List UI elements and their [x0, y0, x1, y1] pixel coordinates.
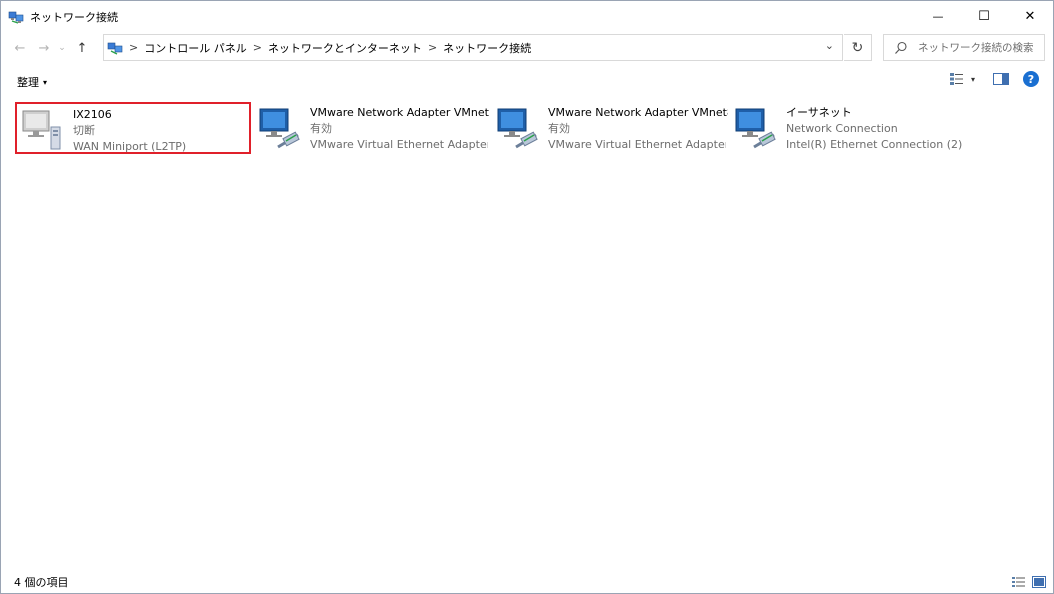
maximize-icon: ☐: [978, 9, 990, 24]
minimize-button[interactable]: —: [915, 1, 961, 32]
breadcrumb-separator[interactable]: >: [129, 41, 138, 54]
connection-item-ix2106[interactable]: IX2106 切断 WAN Miniport (L2TP): [15, 102, 251, 154]
network-adapter-icon-wrap: [494, 103, 542, 151]
connection-text: VMware Network Adapter VMnet1 有効 VMware …: [310, 105, 490, 154]
connection-device: VMware Virtual Ethernet Adapter ...: [310, 138, 488, 151]
large-icons-view-button[interactable]: [1031, 575, 1047, 589]
chevron-down-icon: ▾: [970, 74, 975, 84]
connection-name: イーサネット: [786, 106, 852, 119]
address-history-dropdown-icon[interactable]: ⌄: [825, 39, 834, 52]
connection-item-vmnet1[interactable]: VMware Network Adapter VMnet1 有効 VMware …: [254, 102, 490, 154]
window-title: ネットワーク接続: [30, 10, 118, 24]
network-adapter-icon: [735, 108, 776, 149]
connection-name: VMware Network Adapter VMnet1: [310, 106, 490, 119]
up-button[interactable]: ↑: [72, 36, 92, 60]
forward-arrow-icon: →: [38, 40, 50, 56]
vpn-connection-icon: [22, 110, 61, 150]
details-view-button[interactable]: [1011, 575, 1027, 589]
command-bar: 整理 ▾ ▾ ?: [1, 67, 1053, 97]
title-bar: ネットワーク接続 — ☐ ✕: [1, 1, 1053, 32]
connections-list: IX2106 切断 WAN Miniport (L2TP) VMware Net…: [1, 99, 1053, 569]
refresh-icon: ↻: [851, 39, 864, 56]
network-adapter-icon-wrap: [256, 103, 304, 151]
connection-name: IX2106: [73, 108, 112, 121]
organize-button[interactable]: 整理 ▾: [17, 74, 47, 90]
close-icon: ✕: [1024, 9, 1036, 24]
vpn-connection-icon-wrap: [19, 105, 67, 153]
help-icon: ?: [1027, 72, 1035, 86]
view-tools: ▾ ?: [941, 71, 1039, 87]
network-adapter-icon: [497, 108, 538, 149]
connection-device: VMware Virtual Ethernet Adapter ...: [548, 138, 726, 151]
network-location-icon: [107, 42, 123, 55]
preview-pane-button[interactable]: [993, 73, 1009, 85]
close-button[interactable]: ✕: [1007, 1, 1053, 32]
breadcrumb-control-panel[interactable]: コントロール パネル: [144, 40, 247, 56]
breadcrumb-separator[interactable]: >: [428, 41, 437, 54]
large-icons-view-icon: [1032, 576, 1046, 588]
address-bar[interactable]: > コントロール パネル > ネットワークとインターネット > ネットワーク接続…: [103, 34, 843, 61]
back-arrow-icon: ←: [14, 40, 26, 56]
maximize-button[interactable]: ☐: [961, 1, 1007, 32]
connection-item-ethernet[interactable]: イーサネット Network Connection Intel(R) Ether…: [730, 102, 966, 154]
view-details-icon: [949, 73, 963, 85]
status-view-buttons: [1007, 575, 1047, 589]
connection-status: 有効: [548, 122, 570, 135]
connection-status: 有効: [310, 122, 332, 135]
network-adapter-icon: [259, 108, 300, 149]
view-options-dropdown[interactable]: ▾: [971, 75, 975, 84]
status-bar: 4 個の項目: [1, 571, 1053, 593]
help-button[interactable]: ?: [1023, 71, 1039, 87]
explorer-window: ネットワーク接続 — ☐ ✕ ← → ⌄ ↑ > コントロール パネル > ネッ…: [0, 0, 1054, 594]
up-arrow-icon: ↑: [76, 40, 88, 56]
navigation-bar: ← → ⌄ ↑ > コントロール パネル > ネットワークとインターネット > …: [1, 32, 1053, 64]
connection-name: VMware Network Adapter VMnet8: [548, 106, 728, 119]
recent-locations-button[interactable]: ⌄: [56, 36, 68, 60]
connection-status: Network Connection: [786, 122, 898, 135]
network-adapter-icon-wrap: [732, 103, 780, 151]
connection-text: VMware Network Adapter VMnet8 有効 VMware …: [548, 105, 728, 154]
forward-button[interactable]: →: [34, 36, 54, 60]
breadcrumb-separator[interactable]: >: [253, 41, 262, 54]
organize-label: 整理: [17, 76, 39, 89]
search-box[interactable]: [883, 34, 1045, 61]
connection-item-vmnet8[interactable]: VMware Network Adapter VMnet8 有効 VMware …: [492, 102, 728, 154]
refresh-button[interactable]: ↻: [844, 34, 872, 61]
breadcrumb-network-internet[interactable]: ネットワークとインターネット: [268, 40, 422, 56]
details-view-icon: [1012, 577, 1025, 587]
back-button[interactable]: ←: [10, 36, 30, 60]
item-count: 4 個の項目: [14, 576, 69, 589]
connection-text: イーサネット Network Connection Intel(R) Ether…: [786, 105, 964, 154]
connection-device: WAN Miniport (L2TP): [73, 140, 187, 152]
chevron-down-icon: ▾: [43, 77, 48, 87]
chevron-down-icon: ⌄: [58, 43, 66, 53]
minimize-icon: —: [932, 10, 944, 23]
connection-device: Intel(R) Ethernet Connection (2) I2...: [786, 138, 964, 151]
connection-text: IX2106 切断 WAN Miniport (L2TP): [73, 107, 186, 152]
search-input[interactable]: [918, 41, 1038, 54]
window-controls: — ☐ ✕: [915, 1, 1053, 32]
preview-pane-icon: [993, 73, 1009, 85]
breadcrumb-network-connections[interactable]: ネットワーク接続: [443, 40, 531, 56]
change-view-button[interactable]: [949, 72, 965, 86]
connection-status: 切断: [73, 124, 95, 137]
search-icon: [895, 41, 907, 54]
network-connections-app-icon: [8, 11, 24, 24]
